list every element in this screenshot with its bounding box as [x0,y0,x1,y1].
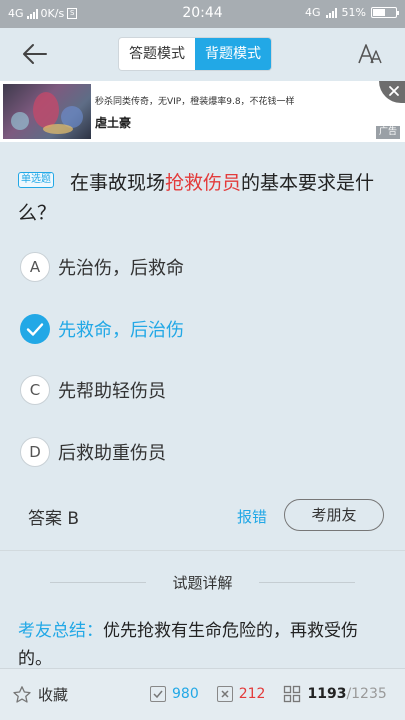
question-text: 在事故现场抢救伤员的基本要求是什么？ [18,168,388,228]
answer-label: 答案 B [28,509,80,529]
bottom-bar: 收藏 980 212 1193/1235 [0,668,405,720]
option-c-letter: C [20,375,50,405]
wrong-count: 212 [238,686,266,702]
explanation-title: 试题详解 [0,572,405,593]
explanation-section: 试题详解 考友总结：优先抢救有生命危险的，再救受伤的。 [0,550,405,669]
battery-percent: 51% [341,6,366,19]
question-type-badge: 单选题 [18,172,54,188]
check-icon [26,323,44,336]
option-c[interactable]: C 先帮助轻伤员 [20,373,166,407]
option-b-selected [20,314,50,344]
wrong-count-button[interactable]: 212 [216,686,266,702]
back-button[interactable] [20,42,50,66]
tab-answer-mode[interactable]: 答题模式 [119,38,195,70]
battery-icon [371,7,399,18]
stats-area: 980 212 1193/1235 [150,685,405,703]
option-a[interactable]: A 先治伤，后救命 [20,250,184,284]
option-d[interactable]: D 后救助重伤员 [20,435,166,469]
ad-close-button[interactable] [379,81,405,103]
option-b-text: 先救命，后治伤 [58,320,184,341]
font-size-icon [358,44,382,64]
top-bar: 答题模式 背题模式 [0,28,405,81]
checkbox-cross-icon [216,686,233,702]
grid-icon [284,685,301,703]
question-text-before: 在事故现场 [70,172,166,194]
question-card: 在事故现场抢救伤员的基本要求是什么？ 单选题 A 先治伤，后救命 先救命，后治伤… [0,148,405,550]
status-right: 4G 51% [305,6,399,19]
ad-banner[interactable]: 秒杀同类传奇，无VIP，橙装爆率9.8，不花钱一样 虐土豪 广告 [0,81,405,142]
checkbox-check-icon [150,686,166,702]
summary-label: 考友总结： [18,621,103,641]
font-size-button[interactable] [357,42,383,66]
favorite-button[interactable]: 收藏 [12,684,68,705]
tab-memory-mode[interactable]: 背题模式 [195,38,271,70]
correct-count-button[interactable]: 980 [150,686,199,702]
ad-tag: 广告 [375,126,400,139]
progress-button[interactable]: 1193/1235 [283,685,387,703]
favorite-label: 收藏 [38,686,69,704]
option-c-text: 先帮助轻伤员 [58,381,166,402]
ad-subline: 虐土豪 [95,116,132,130]
option-a-letter: A [20,252,50,282]
report-error-link[interactable]: 报错 [237,506,267,527]
explanation-summary: 考友总结：优先抢救有生命危险的，再救受伤的。 [18,617,390,673]
option-d-letter: D [20,437,50,467]
ad-image [3,84,91,139]
option-a-text: 先治伤，后救命 [58,258,184,279]
option-b[interactable]: 先救命，后治伤 [20,312,184,346]
back-arrow-icon [23,44,47,64]
ad-headline: 秒杀同类传奇，无VIP，橙装爆率9.8，不花钱一样 [95,97,295,107]
progress-total: /1235 [346,686,387,702]
correct-count: 980 [172,686,199,702]
progress-current: 1193 [307,686,347,702]
ask-friend-button[interactable]: 考朋友 [284,499,384,531]
option-d-text: 后救助重伤员 [58,443,166,464]
star-icon [13,685,31,703]
close-icon [389,86,399,96]
mode-switch: 答题模式 背题模式 [118,37,272,71]
signal-icon-right [325,7,337,18]
question-text-highlight: 抢救伤员 [165,172,242,194]
status-bar: 4G 0K/s S 20:44 4G 51% [0,0,405,28]
network-label-right: 4G [305,6,321,19]
